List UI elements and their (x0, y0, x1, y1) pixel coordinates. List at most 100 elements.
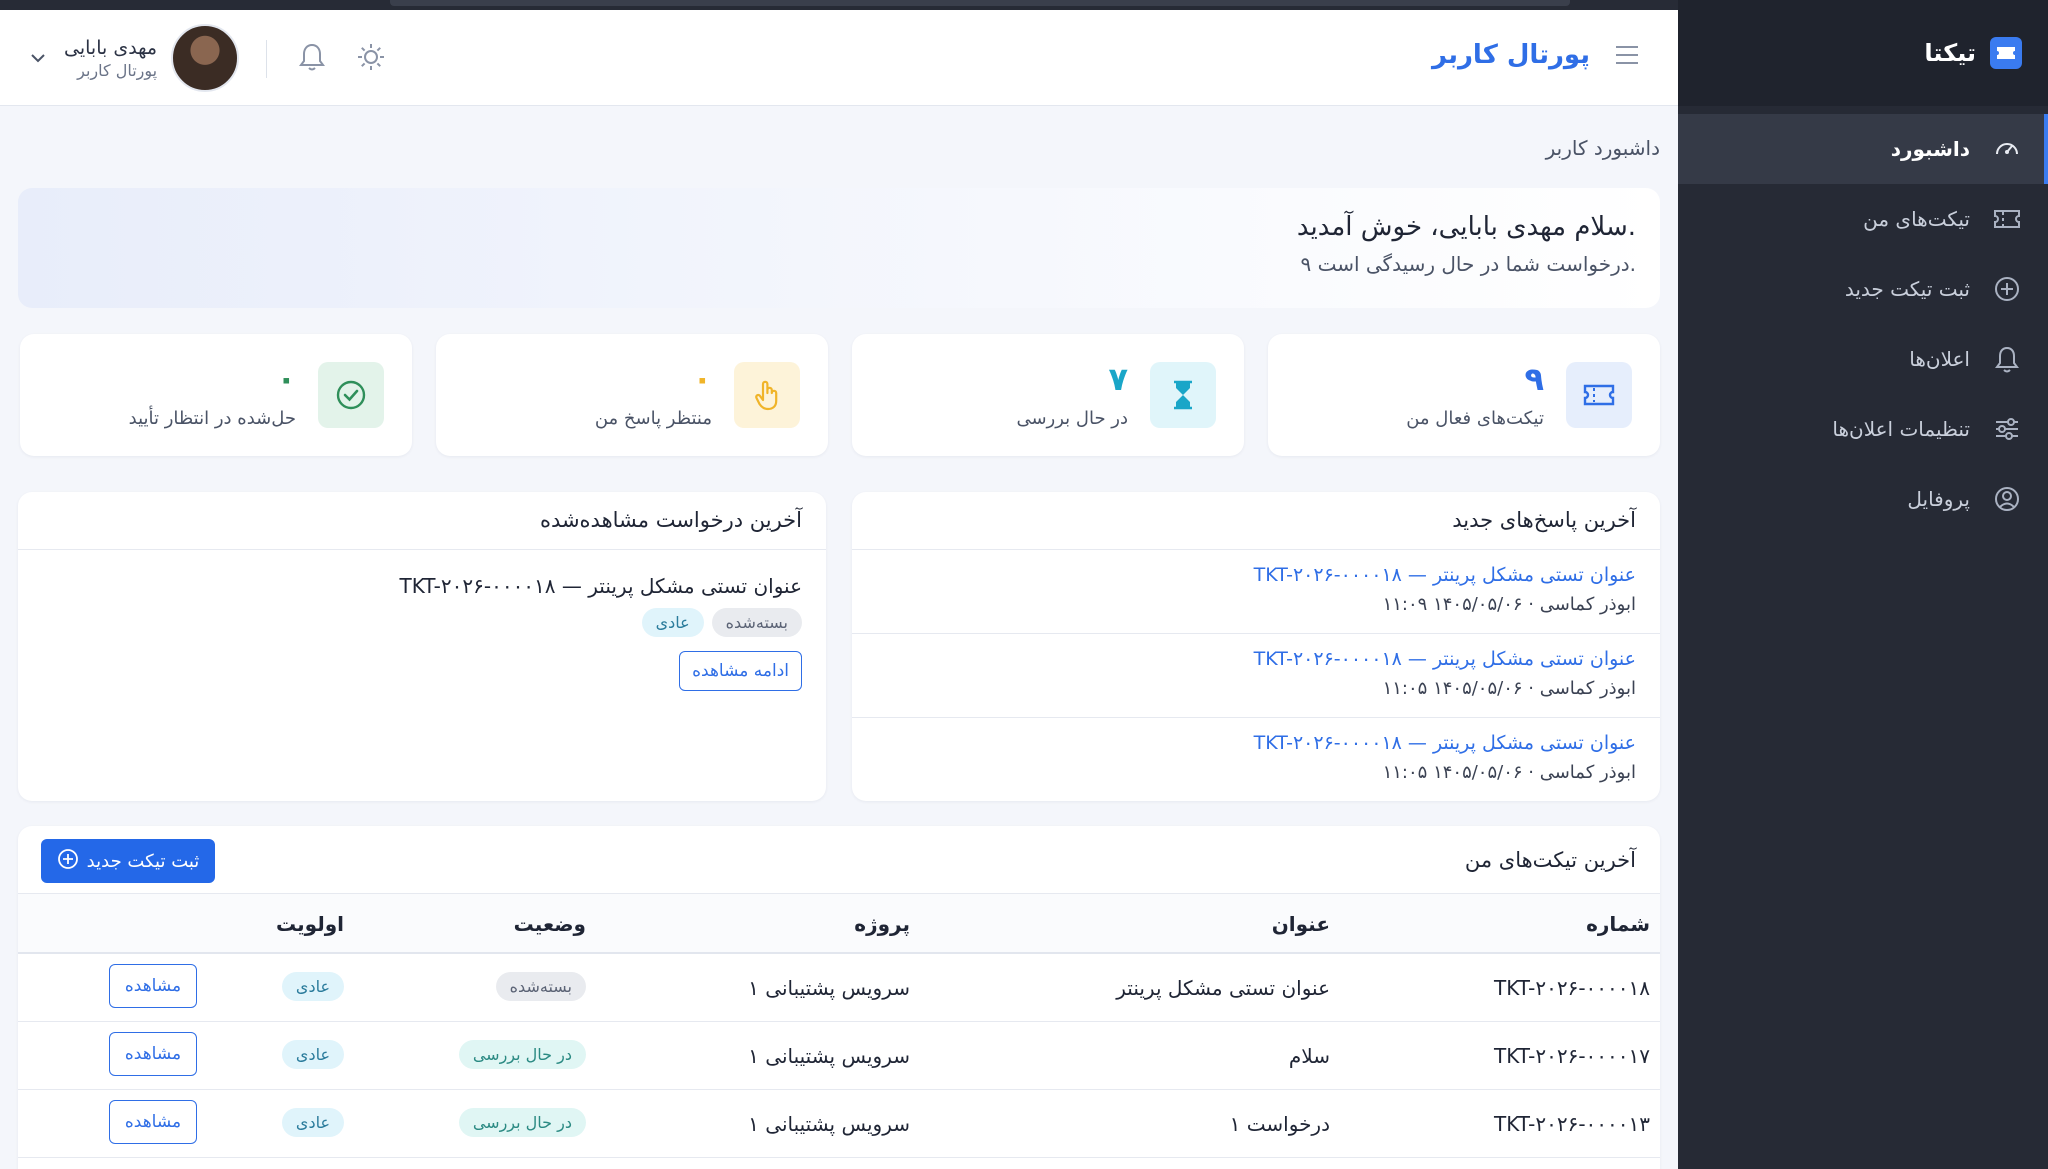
reply-ticket-link[interactable]: TKT-۲۰۲۶-۰۰۰۰۱۸ — عنوان تستی مشکل پرینتر (876, 732, 1636, 754)
my-tickets-card: آخرین تیکت‌های من ثبت تیکت جدید شماره عن… (18, 826, 1660, 1169)
ticket-number: TKT-۲۰۲۶-۰۰۰۰۱۳ (1493, 1112, 1650, 1136)
reply-meta: ابوذر کماسی · ۱۴۰۵/۰۵/۰۶ ۱۱:۰۹ (1382, 594, 1636, 615)
sidebar-item-label: تیکت‌های من (1863, 207, 1970, 231)
stat-card-active-tickets[interactable]: ۹ تیکت‌های فعال من (1268, 334, 1660, 456)
user-circle-icon (1992, 484, 2022, 514)
sidebar-item-notification-settings[interactable]: تنظیمات اعلان‌ها (1678, 394, 2048, 464)
ticket-title: سلام (1288, 1044, 1330, 1068)
notifications-bell-icon[interactable] (298, 42, 326, 77)
new-ticket-button[interactable]: ثبت تیکت جدید (41, 839, 215, 883)
user-name: مهدی بابایی (64, 36, 158, 59)
sidebar: تیکتا داشبورد تیکت‌های من ثبت تیکت جدید … (1678, 0, 2048, 1169)
stat-value: ۰ (692, 360, 712, 398)
card-title: آخرین پاسخ‌های جدید (852, 492, 1660, 550)
window-top-strip (0, 0, 1678, 10)
stat-value: ۷ (1108, 360, 1128, 398)
stat-label: در حال بررسی (1016, 408, 1128, 429)
sidebar-item-label: پروفایل (1907, 487, 1970, 511)
user-info: مهدی بابایی پورتال کاربر (64, 37, 157, 80)
ticket-number: TKT-۲۰۲۶-۰۰۰۰۱۸ (1493, 976, 1650, 1000)
sidebar-item-notifications[interactable]: اعلان‌ها (1678, 324, 2048, 394)
bell-icon (1992, 344, 2022, 374)
view-button[interactable]: مشاهده (109, 1100, 197, 1144)
sliders-icon (1992, 414, 2022, 444)
column-header-priority[interactable]: اولویت (276, 912, 344, 936)
reply-ticket-link[interactable]: TKT-۲۰۲۶-۰۰۰۰۱۸ — عنوان تستی مشکل پرینتر (876, 648, 1636, 670)
table-row[interactable]: TKT-۲۰۲۶-۰۰۰۰۱۷ سلام سرویس پشتیبانی ۱ در… (18, 1022, 1660, 1090)
welcome-banner: سلام مهدی بابایی، خوش آمدید. ۹ درخواست ش… (18, 188, 1660, 308)
view-button[interactable]: مشاهده (109, 964, 197, 1008)
stat-value: ۹ (1524, 360, 1544, 398)
table-row[interactable]: TKT-۲۰۲۶-۰۰۰۰۱۸ عنوان تستی مشکل پرینتر س… (18, 954, 1660, 1022)
status-badge: در حال بررسی (458, 1040, 586, 1069)
reply-ticket-link[interactable]: TKT-۲۰۲۶-۰۰۰۰۱۸ — عنوان تستی مشکل پرینتر (876, 564, 1636, 586)
reply-item[interactable]: TKT-۲۰۲۶-۰۰۰۰۱۸ — عنوان تستی مشکل پرینتر… (852, 634, 1660, 718)
header-divider (266, 40, 267, 78)
user-menu[interactable]: مهدی بابایی پورتال کاربر (28, 24, 240, 92)
dashboard-icon (1992, 134, 2022, 164)
column-header-number[interactable]: شماره (1586, 912, 1650, 936)
stat-card-awaiting-me[interactable]: ۰ منتظر پاسخ من (436, 334, 828, 456)
reply-item[interactable]: TKT-۲۰۲۶-۰۰۰۰۱۸ — عنوان تستی مشکل پرینتر… (852, 718, 1660, 801)
theme-sun-icon[interactable] (356, 42, 386, 77)
stat-label: منتظر پاسخ من (594, 408, 712, 429)
priority-badge: عادی (641, 608, 704, 637)
ticket-icon (1992, 204, 2022, 234)
last-viewed-ticket-title: TKT-۲۰۲۶-۰۰۰۰۱۸ — عنوان تستی مشکل پرینتر (399, 574, 802, 598)
table-row[interactable]: TKT-۲۰۲۶-۰۰۰۰۱۳ درخواست ۱ سرویس پشتیبانی… (18, 1090, 1660, 1158)
card-title: آخرین درخواست مشاهده‌شده (18, 492, 826, 550)
sidebar-nav: داشبورد تیکت‌های من ثبت تیکت جدید اعلان‌… (1678, 114, 2048, 534)
priority-badge: عادی (281, 1108, 344, 1137)
brand[interactable]: تیکتا (1678, 0, 2048, 106)
reply-meta: ابوذر کماسی · ۱۴۰۵/۰۵/۰۶ ۱۱:۰۵ (1382, 762, 1636, 783)
plus-circle-icon (1992, 274, 2022, 304)
ticket-project: سرویس پشتیبانی ۱ (748, 1044, 910, 1068)
hand-pointer-icon (734, 362, 800, 428)
column-header-title[interactable]: عنوان (1272, 912, 1330, 936)
stat-card-in-review[interactable]: ۷ در حال بررسی (852, 334, 1244, 456)
last-viewed-card: آخرین درخواست مشاهده‌شده TKT-۲۰۲۶-۰۰۰۰۱۸… (18, 492, 826, 801)
column-header-project[interactable]: پروژه (854, 912, 910, 936)
column-header-status[interactable]: وضعیت (514, 912, 586, 936)
status-badge: بسته‌شده (495, 972, 586, 1001)
top-header: پورتال کاربر مهدی بابایی پورتال کاربر (0, 10, 1678, 106)
priority-badge: عادی (281, 972, 344, 1001)
ticket-title: درخواست ۱ (1229, 1112, 1330, 1136)
status-badge: در حال بررسی (458, 1108, 586, 1137)
latest-replies-card: آخرین پاسخ‌های جدید TKT-۲۰۲۶-۰۰۰۰۱۸ — عن… (852, 492, 1660, 801)
sidebar-item-label: ثبت تیکت جدید (1844, 277, 1970, 301)
new-ticket-label: ثبت تیکت جدید (86, 850, 200, 872)
ticket-logo-icon (1990, 37, 2022, 69)
welcome-subtitle: ۹ درخواست شما در حال رسیدگی است. (1300, 252, 1636, 276)
sidebar-item-new-ticket[interactable]: ثبت تیکت جدید (1678, 254, 2048, 324)
brand-name: تیکتا (1924, 39, 1976, 67)
priority-badge: عادی (281, 1040, 344, 1069)
plus-circle-icon (57, 848, 79, 875)
stat-label: حل‌شده در انتظار تأیید (128, 408, 296, 429)
ticket-project: سرویس پشتیبانی ۱ (748, 1112, 910, 1136)
menu-icon[interactable] (1616, 46, 1638, 70)
stats-row: ۹ تیکت‌های فعال من ۷ در حال بررسی ۰ منتظ… (18, 334, 1660, 456)
sidebar-item-dashboard[interactable]: داشبورد (1678, 114, 2048, 184)
sidebar-item-label: تنظیمات اعلان‌ها (1832, 417, 1970, 441)
sidebar-item-label: اعلان‌ها (1909, 347, 1970, 371)
continue-viewing-button[interactable]: ادامه مشاهده (679, 651, 802, 691)
sidebar-item-profile[interactable]: پروفایل (1678, 464, 2048, 534)
ticket-icon (1566, 362, 1632, 428)
ticket-number: TKT-۲۰۲۶-۰۰۰۰۱۷ (1493, 1044, 1650, 1068)
card-title: آخرین تیکت‌های من (1464, 848, 1636, 872)
stat-value: ۰ (276, 360, 296, 398)
ticket-title: عنوان تستی مشکل پرینتر (1116, 976, 1330, 1000)
chevron-down-icon[interactable] (28, 47, 50, 69)
reply-item[interactable]: TKT-۲۰۲۶-۰۰۰۰۱۸ — عنوان تستی مشکل پرینتر… (852, 550, 1660, 634)
stat-card-resolved-pending[interactable]: ۰ حل‌شده در انتظار تأیید (20, 334, 412, 456)
user-role: پورتال کاربر (77, 60, 158, 80)
avatar[interactable] (171, 24, 240, 92)
hourglass-icon (1150, 362, 1216, 428)
table-header: شماره عنوان پروژه وضعیت اولویت (18, 894, 1660, 954)
sidebar-item-my-tickets[interactable]: تیکت‌های من (1678, 184, 2048, 254)
stat-label: تیکت‌های فعال من (1406, 408, 1544, 429)
sidebar-item-label: داشبورد (1890, 137, 1970, 161)
view-button[interactable]: مشاهده (109, 1032, 197, 1076)
ticket-project: سرویس پشتیبانی ۱ (748, 976, 910, 1000)
